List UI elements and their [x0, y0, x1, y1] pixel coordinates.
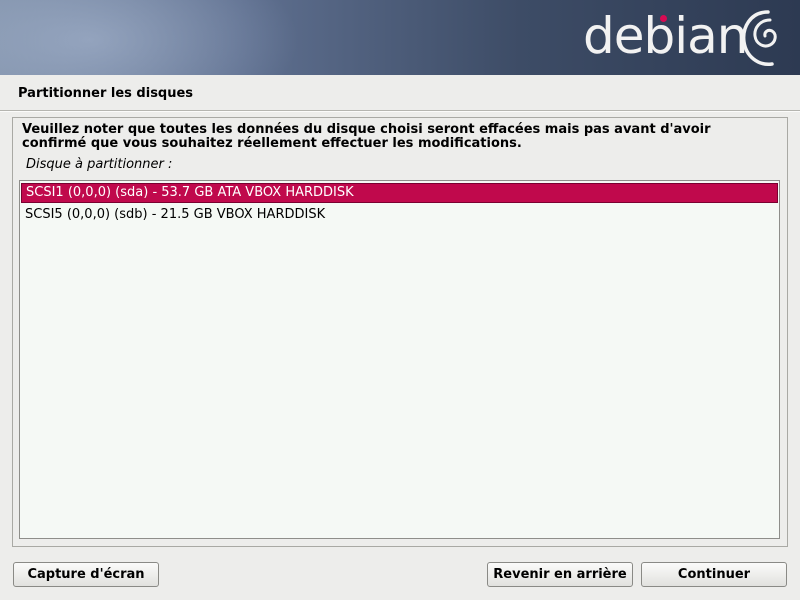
page-title: Partitionner les disques: [18, 86, 194, 101]
disk-list-label: Disque à partitionner :: [26, 157, 173, 172]
title-divider: [0, 110, 800, 112]
disk-item-sdb[interactable]: SCSI5 (0,0,0) (sdb) - 21.5 GB VBOX HARDD…: [21, 205, 778, 225]
disk-item-sda[interactable]: SCSI1 (0,0,0) (sda) - 53.7 GB ATA VBOX H…: [21, 183, 778, 203]
debian-logo-dot: [660, 15, 667, 22]
continue-button[interactable]: Continuer: [641, 562, 787, 587]
debian-banner: debian: [0, 0, 800, 75]
screenshot-button[interactable]: Capture d'écran: [13, 562, 159, 587]
banner-glow: [0, 0, 300, 75]
debian-logo-text: debian: [583, 7, 748, 65]
debian-swirl-icon: [741, 10, 777, 66]
go-back-button[interactable]: Revenir en arrière: [487, 562, 633, 587]
intro-text: Veuillez noter que toutes les données du…: [22, 122, 711, 151]
disk-list[interactable]: SCSI1 (0,0,0) (sda) - 53.7 GB ATA VBOX H…: [19, 180, 780, 539]
